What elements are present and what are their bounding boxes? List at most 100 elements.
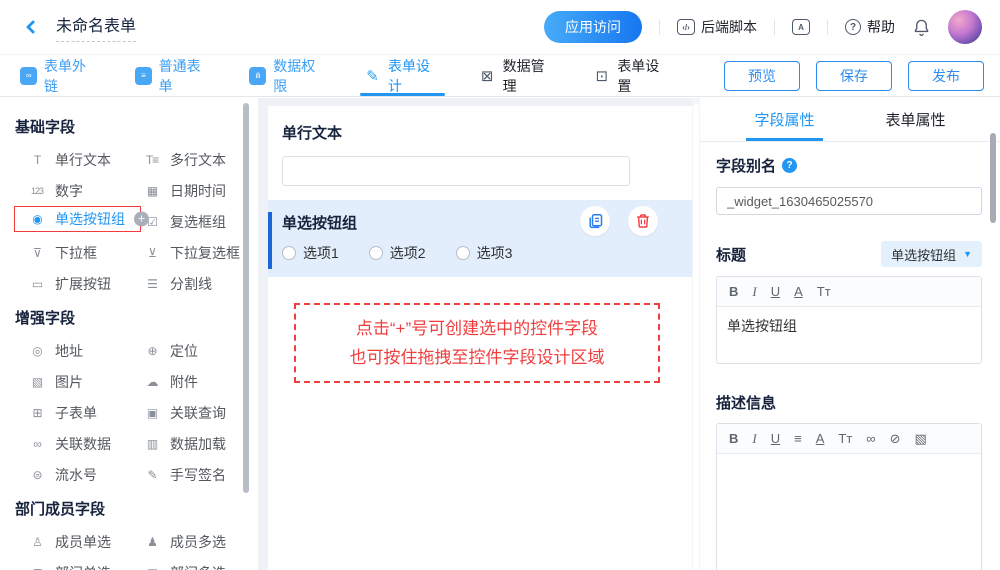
radio-option-2[interactable]: 选项2: [369, 243, 426, 263]
sidebar-item-dept-single[interactable]: ⊡ 部门单选: [15, 557, 130, 570]
sidebar-item-image[interactable]: ▧ 图片: [15, 366, 130, 397]
bold-icon[interactable]: B: [729, 431, 738, 446]
sidebar-scrollbar[interactable]: [243, 103, 249, 493]
duplicate-icon: [587, 213, 603, 229]
align-icon[interactable]: ≡: [794, 431, 802, 446]
linked-data-icon: ∞: [27, 437, 47, 451]
link-icon[interactable]: ∞: [866, 431, 875, 446]
bold-icon[interactable]: B: [729, 284, 738, 299]
tab-data-manage[interactable]: ⊠ 数据管理: [479, 55, 556, 96]
save-button[interactable]: 保存: [816, 61, 892, 91]
underline-icon[interactable]: U: [771, 284, 780, 299]
sidebar-item-divider-line[interactable]: ☰ 分割线: [130, 268, 258, 299]
radio-option-1[interactable]: 选项1: [282, 243, 339, 263]
main-area: 基础字段 T 单行文本 T≡ 多行文本 123 数字 ▦ 日期时间: [0, 98, 1000, 570]
delete-field-button[interactable]: [628, 206, 658, 236]
underline-icon[interactable]: U: [771, 431, 780, 446]
sidebar-item-datetime[interactable]: ▦ 日期时间: [130, 175, 258, 206]
form-title[interactable]: 未命名表单: [56, 12, 136, 42]
add-field-plus-icon[interactable]: +: [134, 212, 149, 227]
title-row: 标题 单选按钮组 ▼: [716, 241, 982, 267]
divider-line-icon: ☰: [142, 277, 162, 291]
form-designer-app: 未命名表单 应用访问 ‹/› 后端脚本 A ? 帮助 ∞: [0, 0, 1000, 570]
field-label-single-line-text: 单行文本: [282, 122, 678, 143]
tab-data-permission[interactable]: ılı 数据权限: [249, 55, 326, 96]
title-field-dropdown[interactable]: 单选按钮组 ▼: [881, 241, 982, 267]
alias-help-icon[interactable]: ?: [782, 158, 797, 173]
italic-icon[interactable]: I: [752, 284, 756, 300]
sidebar-item-linked-query[interactable]: ▣ 关联查询: [130, 397, 258, 428]
radio-circle-icon[interactable]: [369, 246, 383, 260]
properties-panel: 字段属性 表单属性 字段别名 ? 标题 单选按钮组 ▼: [700, 98, 1000, 570]
sidebar-item-number[interactable]: 123 数字: [15, 175, 130, 206]
help-label: 帮助: [867, 17, 895, 37]
tab-plain-form[interactable]: ≡ 普通表单: [135, 55, 212, 96]
sidebar-item-member-single[interactable]: ♙ 成员单选: [15, 526, 130, 557]
form-canvas[interactable]: 单行文本 单选按钮组 选项1 选项2: [268, 106, 692, 570]
divider: [774, 20, 775, 35]
basic-fields-grid: T 单行文本 T≡ 多行文本 123 数字 ▦ 日期时间 ◉ 单选按钮组: [15, 144, 258, 299]
font-color-icon[interactable]: A: [794, 284, 803, 299]
divider: [827, 20, 828, 35]
description-editor-content[interactable]: [717, 454, 981, 570]
sidebar-item-member-multi[interactable]: ♟ 成员多选: [130, 526, 258, 557]
data-load-icon: ▥: [142, 437, 162, 451]
duplicate-field-button[interactable]: [580, 206, 610, 236]
contact-book-button[interactable]: A: [792, 19, 810, 35]
font-size-icon[interactable]: Tт: [838, 431, 852, 446]
sidebar-item-dropdown-multi[interactable]: ⊻ 下拉复选框: [130, 237, 258, 268]
sidebar-item-radio-group[interactable]: ◉ 单选按钮组 +: [14, 206, 141, 232]
insert-image-icon[interactable]: ▧: [914, 431, 926, 447]
tab-form-settings[interactable]: ⊡ 表单设置: [593, 55, 670, 96]
sidebar-item-single-line-text[interactable]: T 单行文本: [15, 144, 130, 175]
sidebar-item-extend-button[interactable]: ▭ 扩展按钮: [15, 268, 130, 299]
user-avatar[interactable]: [948, 10, 982, 44]
single-line-text-icon: T: [27, 153, 47, 167]
number-icon: 123: [27, 186, 47, 196]
italic-icon[interactable]: I: [752, 431, 756, 447]
title-editor-content[interactable]: 单选按钮组: [717, 307, 981, 363]
tab-form-external-link[interactable]: ∞ 表单外链: [20, 55, 97, 96]
single-line-text-input[interactable]: [282, 156, 630, 186]
sidebar-item-location[interactable]: ⊕ 定位: [130, 335, 258, 366]
preview-button[interactable]: 预览: [724, 61, 800, 91]
canvas-scrollbar-track[interactable]: [692, 98, 700, 570]
radio-circle-icon[interactable]: [456, 246, 470, 260]
field-alias-input[interactable]: [716, 187, 982, 215]
sidebar-item-signature[interactable]: ✎ 手写签名: [130, 459, 258, 490]
sidebar-item-serial-number[interactable]: ⊜ 流水号: [15, 459, 130, 490]
sidebar-item-dropdown[interactable]: ⊽ 下拉框: [15, 237, 130, 268]
font-color-icon[interactable]: A: [816, 431, 825, 446]
tab-field-properties[interactable]: 字段属性: [746, 98, 822, 141]
sidebar-item-dept-multi[interactable]: ▤ 部门多选: [130, 557, 258, 570]
field-alias-row: 字段别名 ?: [716, 155, 982, 176]
sidebar-item-address[interactable]: ◎ 地址: [15, 335, 130, 366]
panel-scrollbar[interactable]: [990, 133, 996, 223]
sidebar-item-checkbox-group[interactable]: ☑ 复选框组: [130, 206, 258, 237]
sidebar-item-attachment[interactable]: ☁ 附件: [130, 366, 258, 397]
sidebar-item-linked-data[interactable]: ∞ 关联数据: [15, 428, 130, 459]
attachment-icon: ☁: [142, 375, 162, 389]
dept-single-icon: ⊡: [27, 566, 47, 570]
help-button[interactable]: ? 帮助: [845, 17, 895, 37]
extend-button-icon: ▭: [27, 277, 47, 291]
canvas-scrollbar-thumb[interactable]: [693, 104, 699, 570]
radio-circle-icon[interactable]: [282, 246, 296, 260]
section-title-enhanced-fields: 增强字段: [15, 307, 258, 328]
notification-button[interactable]: [912, 18, 931, 37]
tab-form-properties[interactable]: 表单属性: [878, 98, 954, 141]
description-label: 描述信息: [716, 392, 982, 413]
app-access-button[interactable]: 应用访问: [544, 11, 642, 43]
backend-script-button[interactable]: ‹/› 后端脚本: [677, 17, 757, 37]
selected-radio-group-field[interactable]: 单选按钮组 选项1 选项2 选项3: [268, 200, 692, 277]
back-button[interactable]: [20, 14, 46, 40]
publish-button[interactable]: 发布: [908, 61, 984, 91]
title-editor-toolbar: B I U A Tт: [717, 277, 981, 307]
radio-option-3[interactable]: 选项3: [456, 243, 513, 263]
font-size-icon[interactable]: Tт: [817, 284, 831, 299]
sidebar-item-subform[interactable]: ⊞ 子表单: [15, 397, 130, 428]
sidebar-item-multi-line-text[interactable]: T≡ 多行文本: [130, 144, 258, 175]
tab-form-design[interactable]: ✎ 表单设计: [364, 55, 441, 96]
unlink-icon[interactable]: ⊘: [890, 431, 901, 447]
sidebar-item-data-load[interactable]: ▥ 数据加载: [130, 428, 258, 459]
